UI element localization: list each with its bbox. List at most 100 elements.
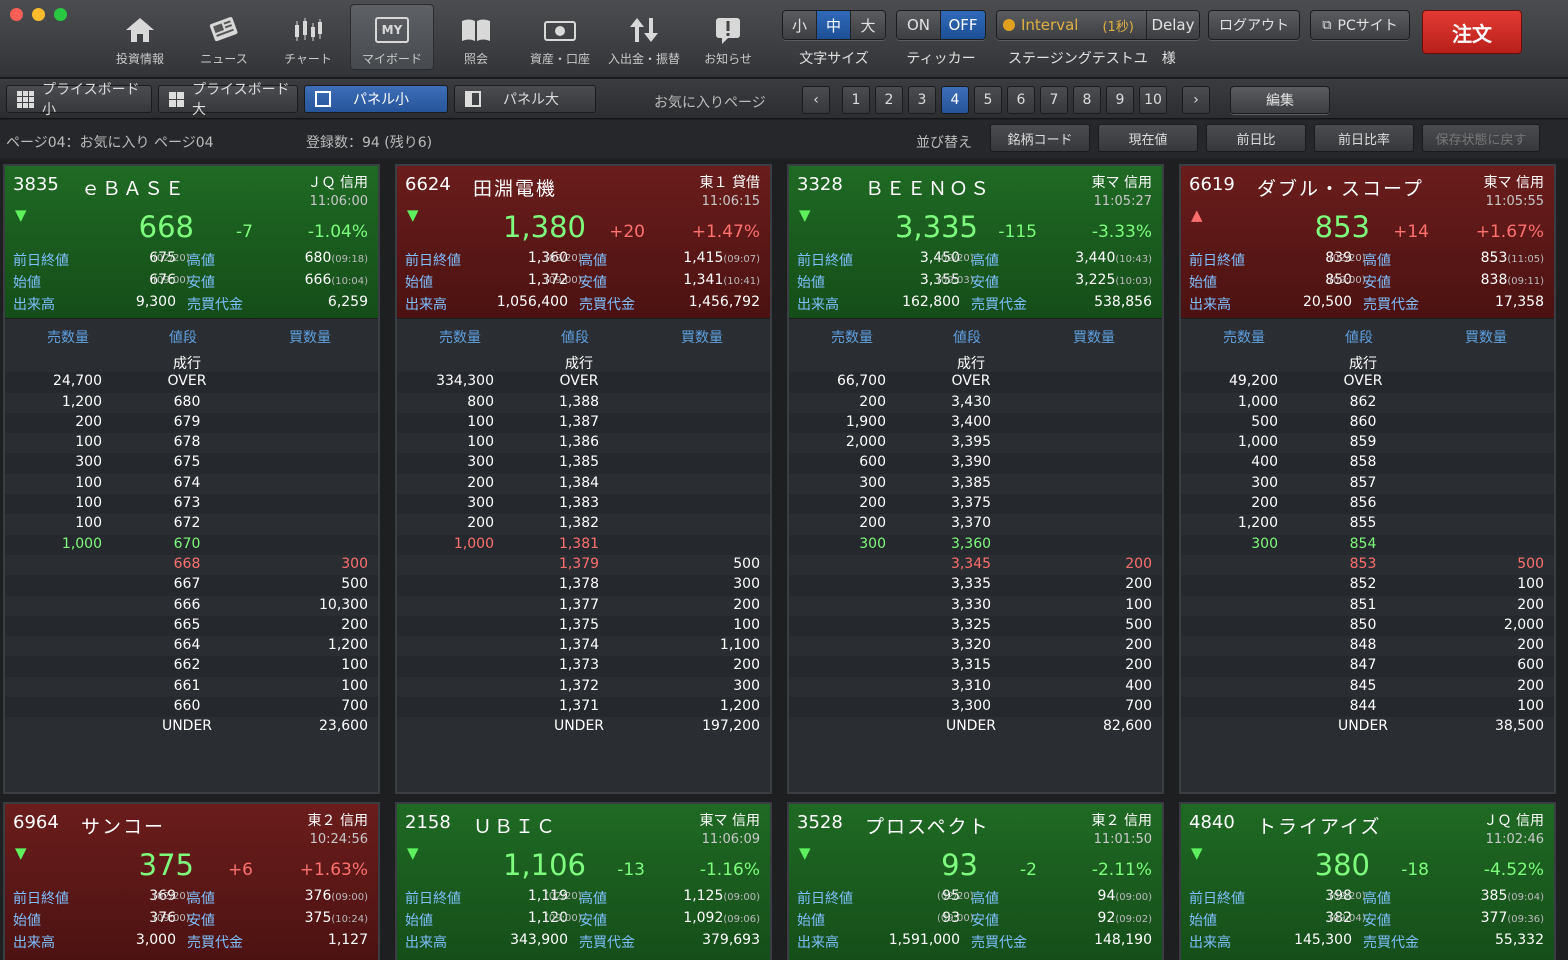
ticker-off[interactable]: OFF — [941, 11, 985, 39]
orderbook-row[interactable]: UNDER 197,200 — [397, 717, 770, 738]
orderbook-row[interactable]: 200 1,384 — [397, 473, 770, 495]
orderbook-row[interactable]: 1,000 859 — [1181, 433, 1554, 454]
nav-investment-info[interactable]: 投資情報 — [98, 4, 182, 70]
orderbook-row[interactable]: 3,330 100 — [789, 595, 1162, 616]
quote-header[interactable]: 3328 ＢＥＥＮＯＳ 東マ 信用 11:05:27 ▼ 3,335 -115 … — [789, 166, 1162, 318]
quote-header[interactable]: 3528 プロスペクト 東２ 信用 11:01:50 ▼ 93 -2 -2.11… — [789, 804, 1162, 960]
orderbook-row[interactable]: 200 1,382 — [397, 514, 770, 535]
order-button[interactable]: 注文 — [1422, 10, 1522, 54]
orderbook-row[interactable]: 853 500 — [1181, 554, 1554, 576]
orderbook-row[interactable]: 200 3,375 — [789, 494, 1162, 515]
orderbook-row[interactable]: 2,000 3,395 — [789, 433, 1162, 454]
delay-toggle[interactable]: Delay — [1147, 11, 1199, 39]
orderbook-row[interactable]: 600 3,390 — [789, 453, 1162, 474]
orderbook-row[interactable]: 3,315 200 — [789, 656, 1162, 677]
stock-panel-3528[interactable]: 3528 プロスペクト 東２ 信用 11:01:50 ▼ 93 -2 -2.11… — [787, 802, 1164, 960]
font-size-medium[interactable]: 中 — [817, 11, 851, 39]
window-close-button[interactable] — [10, 8, 23, 21]
orderbook-row[interactable]: 1,371 1,200 — [397, 697, 770, 718]
orderbook-row[interactable]: 100 1,386 — [397, 433, 770, 454]
orderbook-row[interactable]: 100 672 — [5, 514, 378, 535]
orderbook-row[interactable]: 49,200 OVER — [1181, 372, 1554, 393]
tab-panel-large[interactable]: パネル大 — [454, 85, 596, 113]
nav-notice[interactable]: お知らせ — [686, 4, 770, 70]
ticker-on[interactable]: ON — [897, 11, 941, 39]
stock-panel-6619[interactable]: 6619 ダブル・スコープ 東マ 信用 11:05:55 ▲ 853 +14 +… — [1179, 164, 1556, 794]
orderbook-row[interactable]: 3,345 200 — [789, 554, 1162, 576]
orderbook-row[interactable]: 850 2,000 — [1181, 615, 1554, 637]
orderbook-row[interactable]: 800 1,388 — [397, 392, 770, 413]
page-button-3[interactable]: 3 — [908, 86, 936, 114]
market-order-row[interactable]: 成行 — [5, 352, 378, 373]
page-button-4[interactable]: 4 — [941, 86, 969, 114]
orderbook-row[interactable]: 1,379 500 — [397, 554, 770, 576]
orderbook-row[interactable]: 852 100 — [1181, 575, 1554, 596]
orderbook-row[interactable]: 200 3,370 — [789, 514, 1162, 535]
orderbook-row[interactable]: 300 3,385 — [789, 473, 1162, 495]
orderbook-row[interactable]: 662 100 — [5, 656, 378, 677]
orderbook-row[interactable]: 1,200 855 — [1181, 514, 1554, 535]
orderbook-row[interactable]: 845 200 — [1181, 676, 1554, 698]
quote-header[interactable]: 6624 田淵電機 東１ 貸借 11:06:15 ▼ 1,380 +20 +1.… — [397, 166, 770, 318]
font-size-small[interactable]: 小 — [783, 11, 817, 39]
orderbook-row[interactable]: 300 857 — [1181, 473, 1554, 495]
orderbook-row[interactable]: 300 675 — [5, 453, 378, 474]
orderbook-row[interactable]: 500 860 — [1181, 412, 1554, 434]
page-button-5[interactable]: 5 — [974, 86, 1002, 114]
orderbook-row[interactable]: 3,310 400 — [789, 676, 1162, 698]
orderbook-row[interactable]: 1,000 670 — [5, 534, 378, 555]
orderbook-row[interactable]: 1,000 862 — [1181, 392, 1554, 413]
orderbook-row[interactable]: 668 300 — [5, 554, 378, 576]
window-minimize-button[interactable] — [32, 8, 45, 21]
orderbook-row[interactable]: UNDER 82,600 — [789, 717, 1162, 738]
quote-header[interactable]: 6619 ダブル・スコープ 東マ 信用 11:05:55 ▲ 853 +14 +… — [1181, 166, 1554, 318]
orderbook-row[interactable]: 1,378 300 — [397, 575, 770, 596]
orderbook-row[interactable]: 24,700 OVER — [5, 372, 378, 393]
orderbook-row[interactable]: 400 858 — [1181, 453, 1554, 474]
orderbook-row[interactable]: 200 679 — [5, 412, 378, 434]
orderbook-row[interactable]: 100 674 — [5, 473, 378, 495]
orderbook-row[interactable]: 1,375 100 — [397, 615, 770, 637]
orderbook-row[interactable]: 100 1,387 — [397, 412, 770, 434]
orderbook-row[interactable]: 847 600 — [1181, 656, 1554, 677]
orderbook-row[interactable]: 660 700 — [5, 697, 378, 718]
tab-priceboard-small[interactable]: プライスボード小 — [6, 82, 152, 118]
page-button-7[interactable]: 7 — [1040, 86, 1068, 114]
page-button-9[interactable]: 9 — [1106, 86, 1134, 114]
orderbook-row[interactable]: 664 1,200 — [5, 636, 378, 657]
restore-saved-button[interactable]: 保存状態に戻す — [1422, 124, 1540, 152]
orderbook-row[interactable]: 200 856 — [1181, 494, 1554, 515]
stock-panel-6624[interactable]: 6624 田淵電機 東１ 貸借 11:06:15 ▼ 1,380 +20 +1.… — [395, 164, 772, 794]
tab-priceboard-large[interactable]: プライスボード大 — [158, 82, 298, 118]
interval-toggle[interactable]: Interval (1秒) — [997, 11, 1147, 39]
page-button-1[interactable]: 1 — [842, 86, 870, 114]
market-order-row[interactable]: 成行 — [1181, 352, 1554, 373]
edit-button[interactable]: 編集 — [1230, 86, 1330, 114]
stock-panel-4840[interactable]: 4840 トライアイズ ＪＱ 信用 11:02:46 ▼ 380 -18 -4.… — [1179, 802, 1556, 960]
orderbook-row[interactable]: 1,372 300 — [397, 676, 770, 698]
nav-myboard[interactable]: MY マイボード — [350, 4, 434, 70]
quote-header[interactable]: 2158 ＵＢＩＣ 東マ 信用 11:06:09 ▼ 1,106 -13 -1.… — [397, 804, 770, 960]
orderbook-row[interactable]: 665 200 — [5, 615, 378, 637]
orderbook-row[interactable]: 200 3,430 — [789, 392, 1162, 413]
stock-panel-3835[interactable]: 3835 ｅＢＡＳＥ ＪＱ 信用 11:06:00 ▼ 668 -7 -1.04… — [3, 164, 380, 794]
orderbook-row[interactable]: 1,200 680 — [5, 392, 378, 413]
orderbook-row[interactable]: 100 673 — [5, 494, 378, 515]
orderbook-row[interactable]: 3,320 200 — [789, 636, 1162, 657]
orderbook-row[interactable]: 100 678 — [5, 433, 378, 454]
page-button-2[interactable]: 2 — [875, 86, 903, 114]
stock-panel-6964[interactable]: 6964 サンコー 東２ 信用 10:24:56 ▼ 375 +6 +1.63%… — [3, 802, 380, 960]
orderbook-row[interactable]: UNDER 23,600 — [5, 717, 378, 738]
nav-transfer[interactable]: 入出金・振替 — [602, 4, 686, 70]
orderbook-row[interactable]: 848 200 — [1181, 636, 1554, 657]
orderbook-row[interactable]: 1,377 200 — [397, 595, 770, 616]
page-button-6[interactable]: 6 — [1007, 86, 1035, 114]
market-order-row[interactable]: 成行 — [789, 352, 1162, 373]
orderbook-row[interactable]: 300 1,385 — [397, 453, 770, 474]
window-zoom-button[interactable] — [54, 8, 67, 21]
page-button-10[interactable]: 10 — [1139, 86, 1167, 114]
orderbook-row[interactable]: 1,373 200 — [397, 656, 770, 677]
quote-header[interactable]: 4840 トライアイズ ＪＱ 信用 11:02:46 ▼ 380 -18 -4.… — [1181, 804, 1554, 960]
nav-news[interactable]: ニュース — [182, 4, 266, 70]
orderbook-row[interactable]: 851 200 — [1181, 595, 1554, 616]
